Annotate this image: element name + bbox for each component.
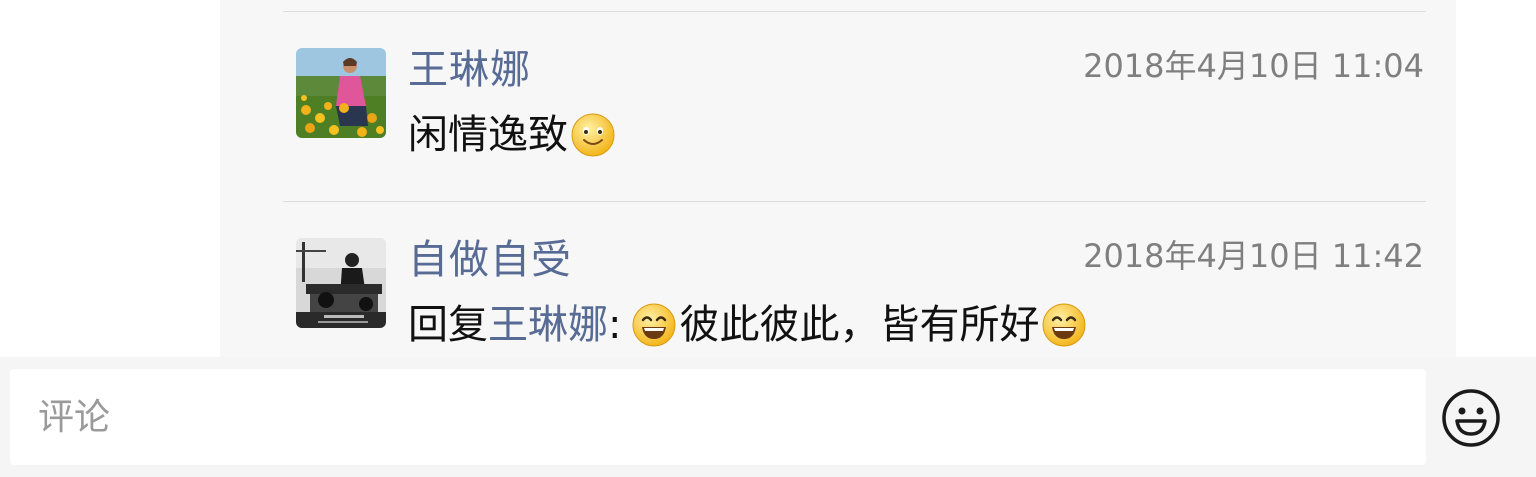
reply-mention[interactable]: 王琳娜 (488, 300, 608, 350)
reply-colon: : (608, 302, 622, 348)
reply-prefix: 回复 (408, 302, 488, 348)
smiley-outline-icon (1442, 389, 1500, 447)
avatar[interactable] (296, 48, 386, 138)
comment-author[interactable]: 王琳娜 (408, 46, 531, 94)
divider (283, 11, 1426, 12)
comment-timestamp: 2018年4月10日 11:04 (1083, 47, 1424, 85)
comment-text: 闲情逸致 (408, 112, 568, 158)
comment-timestamp: 2018年4月10日 11:42 (1083, 237, 1424, 275)
comment-body: 回复 王琳娜: 彼此彼此，皆有所好 (408, 300, 1089, 350)
smile-icon (571, 113, 615, 157)
avatar[interactable] (296, 238, 386, 328)
grin-icon (1042, 303, 1086, 347)
divider (283, 201, 1426, 202)
avatar-photo-flowers-icon (296, 48, 386, 138)
comment-input-bar (0, 357, 1536, 477)
comment-screen: 王琳娜 2018年4月10日 11:04 闲情逸致 自做自受 2018年4月10… (0, 0, 1536, 477)
comment-text: 彼此彼此，皆有所好 (679, 302, 1040, 348)
comment-author[interactable]: 自做自受 (408, 236, 572, 284)
grin-icon (632, 303, 676, 347)
emoji-button[interactable] (1440, 387, 1502, 449)
comment-body: 闲情逸致 (408, 110, 618, 160)
avatar-photo-workshop-icon (296, 238, 386, 328)
comment-input[interactable] (10, 369, 1426, 465)
